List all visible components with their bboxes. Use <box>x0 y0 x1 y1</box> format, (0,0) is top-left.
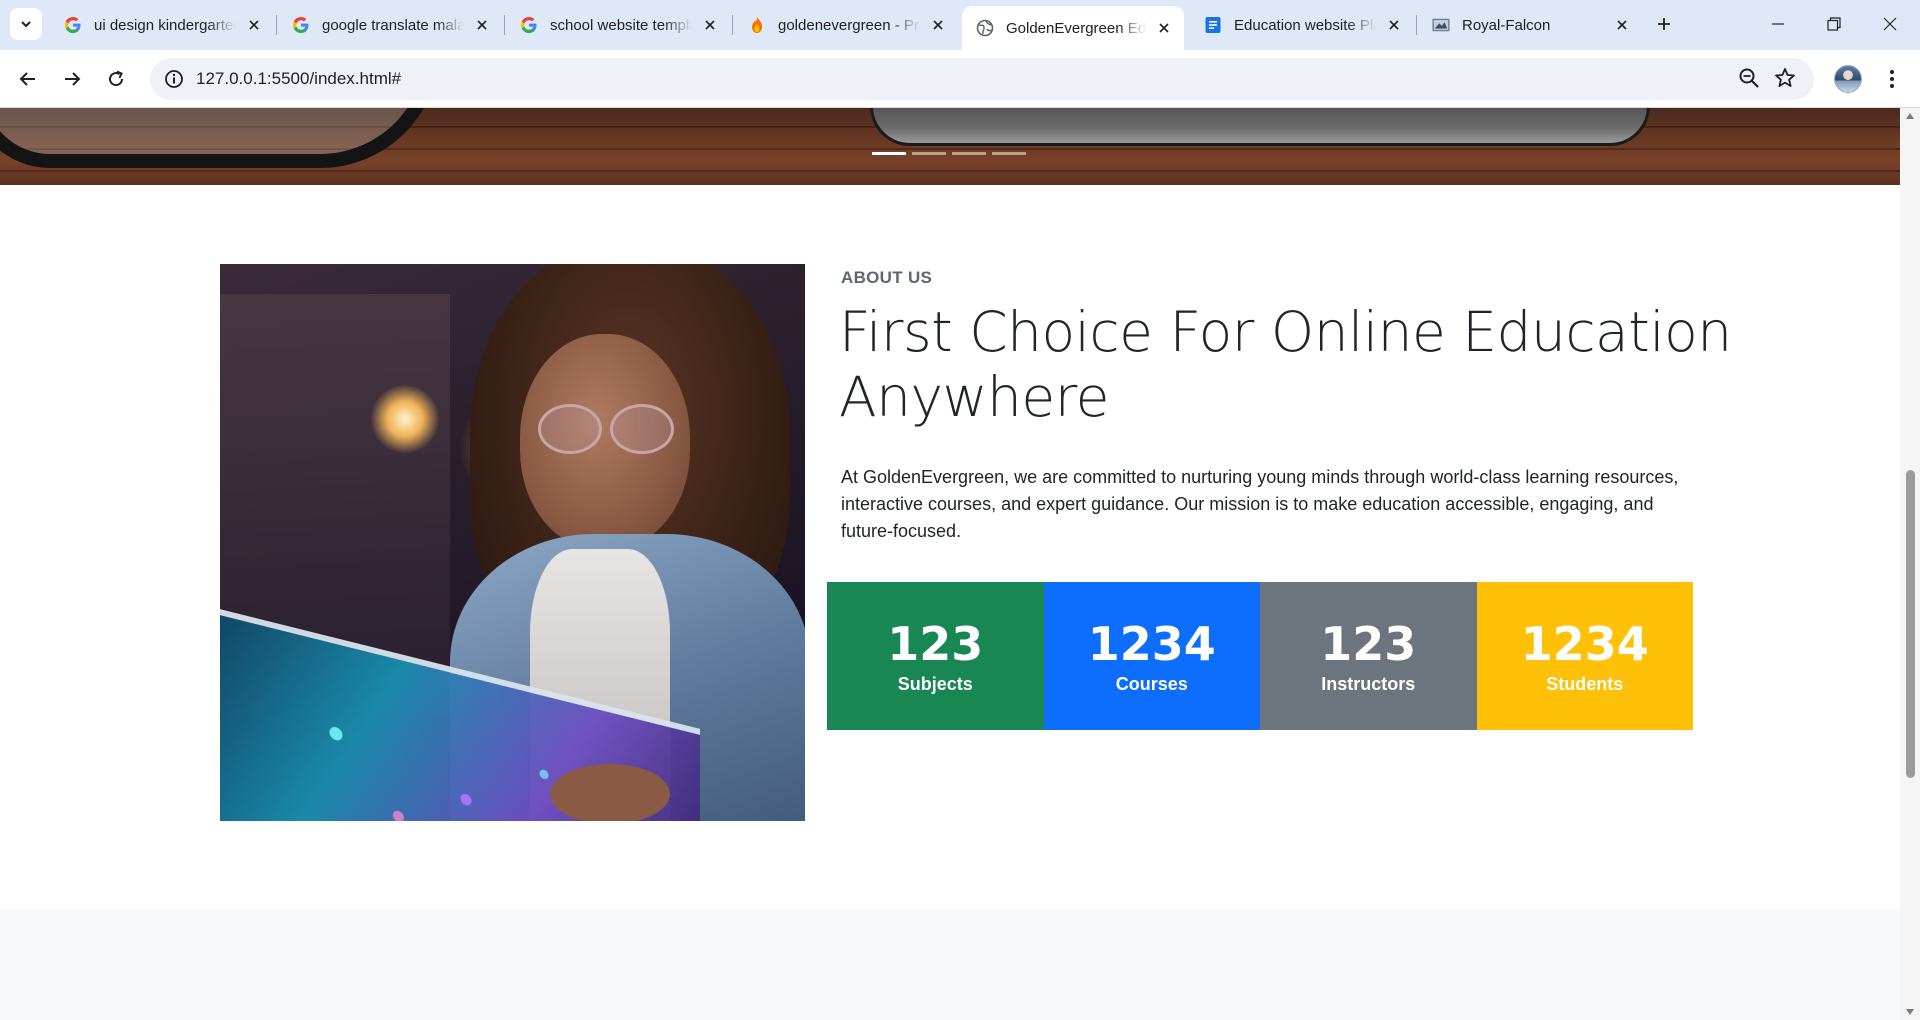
plus-icon <box>1658 18 1670 30</box>
firebase-flame-icon <box>748 16 766 34</box>
browser-tab[interactable]: google translate malayalam <box>278 6 502 44</box>
tab-title: google translate malayalam <box>322 16 464 34</box>
new-tab-button[interactable] <box>1650 10 1678 38</box>
back-button[interactable] <box>12 63 44 95</box>
close-icon[interactable] <box>244 15 264 35</box>
stat-value: 1234 <box>1520 616 1649 671</box>
tab-title: school website template <box>550 16 692 34</box>
minimize-icon <box>1772 23 1784 25</box>
browser-tab[interactable]: Royal-Falcon <box>1418 6 1642 44</box>
restore-icon <box>1827 17 1841 31</box>
browser-tab[interactable]: goldenevergreen - Project <box>734 6 958 44</box>
google-g-icon <box>64 16 82 34</box>
google-g-icon <box>520 16 538 34</box>
carousel-indicator[interactable] <box>872 152 906 155</box>
tab-separator <box>732 15 733 35</box>
about-description: At GoldenEvergreen, we are committed to … <box>841 467 1679 541</box>
stat-label: Subjects <box>897 673 973 694</box>
scrollbar-thumb[interactable] <box>1906 470 1915 778</box>
stat-label: Students <box>1546 673 1624 694</box>
hero-carousel <box>0 108 1900 185</box>
about-title: First Choice For Online Education Anywhe… <box>839 300 1732 429</box>
scroll-down-arrow-icon[interactable] <box>1905 1008 1915 1016</box>
google-g-icon <box>292 16 310 34</box>
carousel-indicators <box>872 152 1026 155</box>
close-icon[interactable] <box>928 15 948 35</box>
close-icon[interactable] <box>700 15 720 35</box>
section-kicker: ABOUT US <box>841 268 933 287</box>
stat-label: Courses <box>1115 673 1188 694</box>
tab-separator <box>1416 15 1417 35</box>
next-section-background <box>0 909 1900 1020</box>
photo-lamp <box>370 384 440 454</box>
bookmark-star-icon[interactable] <box>1774 67 1798 91</box>
page-viewport: ABOUT US First Choice For Online Educati… <box>0 108 1900 1020</box>
close-icon[interactable] <box>1612 15 1632 35</box>
reload-icon <box>109 70 124 87</box>
globe-icon <box>976 19 994 37</box>
stat-students: 1234 Students <box>1476 582 1693 730</box>
stat-subjects: 123 Subjects <box>827 582 1044 730</box>
tab-title: Education website Planning <box>1234 16 1376 34</box>
carousel-indicator[interactable] <box>952 152 986 155</box>
hero-phone-image <box>870 108 1650 146</box>
carousel-indicator[interactable] <box>912 152 946 155</box>
stat-instructors: 123 Instructors <box>1260 582 1477 730</box>
photo-hand <box>550 764 670 821</box>
chevron-down-icon <box>21 21 31 28</box>
tab-search-button[interactable] <box>10 8 42 40</box>
reload-button[interactable] <box>100 63 132 95</box>
tab-title: Royal-Falcon <box>1462 16 1551 34</box>
restore-button[interactable] <box>1814 6 1854 42</box>
url-text: 127.0.0.1:5500/index.html# <box>196 69 402 88</box>
site-info-icon[interactable] <box>162 67 186 91</box>
tab-separator <box>504 15 505 35</box>
tab-title: ui design kindergarten <box>94 16 236 34</box>
stat-value: 123 <box>1320 616 1417 671</box>
browser-tab[interactable]: school website template <box>506 6 730 44</box>
browser-tab-active[interactable]: GoldenEvergreen Education <box>962 6 1184 50</box>
scroll-up-arrow-icon[interactable] <box>1905 112 1915 120</box>
tab-title: GoldenEvergreen Education <box>1006 19 1146 37</box>
close-icon <box>1883 17 1897 31</box>
address-bar[interactable]: 127.0.0.1:5500/index.html# <box>150 58 1814 100</box>
hero-glasses-image <box>0 108 440 168</box>
browser-tab[interactable]: ui design kindergarten <box>50 6 274 44</box>
close-icon[interactable] <box>472 15 492 35</box>
docs-icon <box>1204 16 1222 34</box>
browser-tab[interactable]: Education website Planning <box>1190 6 1414 44</box>
about-image <box>220 264 805 821</box>
more-vertical-icon <box>1890 70 1894 88</box>
image-favicon-icon <box>1432 16 1450 34</box>
stat-value: 1234 <box>1087 616 1216 671</box>
tab-separator <box>276 15 277 35</box>
browser-menu-button[interactable] <box>1880 65 1904 93</box>
arrow-right-icon <box>65 72 81 86</box>
forward-button[interactable] <box>56 63 88 95</box>
page-scrollbar[interactable] <box>1900 108 1920 1020</box>
photo-glasses-lens <box>610 404 674 454</box>
tab-title: goldenevergreen - Project <box>778 16 920 34</box>
close-window-button[interactable] <box>1870 6 1910 42</box>
stat-value: 123 <box>887 616 984 671</box>
profile-avatar[interactable] <box>1834 65 1862 93</box>
close-icon[interactable] <box>1384 15 1404 35</box>
zoom-out-icon[interactable] <box>1738 67 1762 91</box>
stats-row: 123 Subjects 1234 Courses 123 Instructor… <box>827 582 1693 730</box>
stat-label: Instructors <box>1321 673 1416 694</box>
minimize-button[interactable] <box>1758 6 1798 42</box>
carousel-indicator[interactable] <box>992 152 1026 155</box>
arrow-left-icon <box>19 72 35 86</box>
photo-glasses-lens <box>538 404 602 454</box>
wood-grain <box>0 170 1900 172</box>
browser-tab-bar: ui design kindergarten google translate … <box>0 0 1920 50</box>
stat-courses: 1234 Courses <box>1043 582 1260 730</box>
close-icon[interactable] <box>1154 18 1174 38</box>
browser-toolbar: 127.0.0.1:5500/index.html# <box>0 50 1920 108</box>
